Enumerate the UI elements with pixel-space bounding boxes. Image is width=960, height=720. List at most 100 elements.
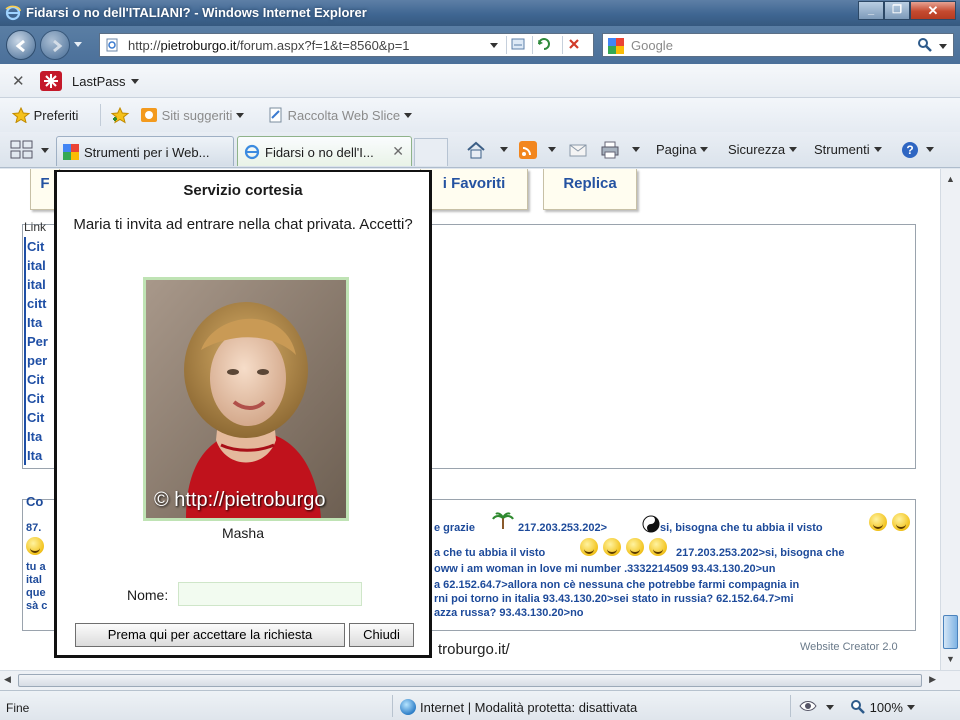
link-item[interactable]: Cit bbox=[24, 237, 48, 256]
zoom-control[interactable]: 100% bbox=[850, 699, 915, 715]
ie-logo-icon bbox=[5, 5, 21, 21]
woman-portrait-image bbox=[146, 280, 346, 518]
forward-button[interactable] bbox=[40, 30, 70, 60]
status-text: Fine bbox=[6, 701, 30, 715]
person-name: Masha bbox=[221, 525, 265, 541]
add-to-favorites-icon[interactable] bbox=[110, 106, 130, 125]
divider bbox=[790, 695, 791, 717]
page-menu-label: Pagina bbox=[656, 142, 697, 157]
favorites-site-button[interactable]: i Favoriti bbox=[420, 169, 528, 210]
link-item[interactable]: ital bbox=[24, 275, 48, 294]
protected-mode-icon[interactable] bbox=[798, 698, 822, 714]
link-item[interactable]: Ita bbox=[24, 446, 48, 465]
tab-label: Strumenti per i Web... bbox=[84, 145, 210, 160]
compatibility-view-icon[interactable] bbox=[506, 36, 528, 54]
comment-label: Co bbox=[26, 494, 44, 509]
favorites-button[interactable]: Preferiti bbox=[11, 106, 79, 124]
search-options-dropdown-icon[interactable] bbox=[939, 44, 947, 49]
link-item[interactable]: Ita bbox=[24, 313, 48, 332]
protected-mode-dropdown-icon[interactable] bbox=[826, 705, 834, 710]
suggested-sites-button[interactable]: Siti suggeriti bbox=[140, 107, 245, 123]
link-item[interactable]: Per bbox=[24, 332, 48, 351]
link-item[interactable]: ital bbox=[24, 256, 48, 275]
scroll-down-icon[interactable]: ▼ bbox=[943, 651, 958, 667]
accept-request-button[interactable]: Prema qui per accettare la richiesta bbox=[75, 623, 345, 647]
rss-dropdown-icon[interactable] bbox=[544, 142, 556, 157]
address-bar[interactable]: http://pietroburgo.it/forum.aspx?f=1&t=8… bbox=[99, 33, 594, 57]
home-icon[interactable] bbox=[466, 140, 486, 160]
smiley-icon bbox=[892, 513, 910, 531]
close-toolbar-icon[interactable]: ✕ bbox=[12, 72, 25, 90]
reply-button[interactable]: Replica bbox=[543, 169, 637, 210]
page-icon bbox=[106, 38, 118, 52]
link-item[interactable]: Cit bbox=[24, 370, 48, 389]
scroll-right-icon[interactable]: ▶ bbox=[929, 674, 936, 685]
tab-list-dropdown-icon[interactable] bbox=[41, 148, 49, 153]
star-icon bbox=[11, 106, 31, 124]
safety-menu[interactable]: Sicurezza bbox=[728, 142, 798, 157]
search-input[interactable]: Google bbox=[631, 38, 673, 53]
help-dropdown-icon[interactable] bbox=[922, 142, 934, 157]
lastpass-icon[interactable] bbox=[40, 71, 62, 91]
horizontal-scroll-thumb[interactable] bbox=[18, 674, 922, 687]
minimize-button[interactable]: _ bbox=[858, 1, 884, 20]
quick-tabs-icon[interactable] bbox=[10, 140, 34, 160]
lastpass-menu-label[interactable]: LastPass bbox=[72, 74, 125, 89]
web-slice-gallery-button[interactable]: Raccolta Web Slice bbox=[268, 107, 413, 123]
link-item[interactable]: citt bbox=[24, 294, 48, 313]
link-item[interactable]: per bbox=[24, 351, 48, 370]
scroll-up-icon[interactable]: ▲ bbox=[943, 171, 958, 187]
scroll-left-icon[interactable]: ◀ bbox=[4, 674, 11, 685]
page-menu[interactable]: Pagina bbox=[656, 142, 709, 157]
chat-text: azza russa? 93.43.130.20>no bbox=[434, 607, 584, 619]
stop-icon[interactable] bbox=[562, 36, 584, 54]
mail-icon[interactable] bbox=[568, 140, 588, 160]
tab-label: Fidarsi o no dell'I... bbox=[265, 145, 374, 160]
close-window-button[interactable]: ✕ bbox=[910, 1, 956, 20]
horizontal-scrollbar[interactable]: ◀ ▶ bbox=[0, 670, 960, 690]
smiley-icon bbox=[26, 537, 44, 555]
back-button[interactable] bbox=[6, 30, 36, 60]
navigation-bar: http://pietroburgo.it/forum.aspx?f=1&t=8… bbox=[0, 26, 960, 64]
tab-strumenti[interactable]: Strumenti per i Web... bbox=[56, 136, 234, 166]
new-tab-button[interactable] bbox=[414, 138, 448, 166]
print-icon[interactable] bbox=[600, 140, 620, 160]
links-label: Link bbox=[24, 220, 47, 234]
divider bbox=[392, 695, 393, 717]
web-slice-icon bbox=[269, 107, 282, 123]
link-item[interactable]: Ita bbox=[24, 427, 48, 446]
link-item[interactable]: Cit bbox=[24, 408, 48, 427]
refresh-icon[interactable] bbox=[532, 36, 554, 54]
print-dropdown-icon[interactable] bbox=[628, 142, 640, 157]
rss-feed-icon[interactable] bbox=[518, 140, 538, 160]
divider bbox=[100, 104, 101, 126]
smiley-icon bbox=[869, 513, 887, 531]
maximize-button[interactable]: ❐ bbox=[884, 1, 910, 20]
footer-link[interactable]: troburgo.it/ bbox=[438, 641, 510, 658]
security-zone[interactable]: Internet | Modalità protetta: disattivat… bbox=[400, 699, 637, 715]
close-dialog-button[interactable]: Chiudi bbox=[349, 623, 414, 647]
chat-text: a 62.152.64.7>allora non cè nessuna che … bbox=[434, 579, 800, 591]
link-item[interactable]: Cit bbox=[24, 389, 48, 408]
window-title: Fidarsi o no dell'ITALIANI? - Windows In… bbox=[26, 5, 367, 20]
close-tab-icon[interactable]: ✕ bbox=[392, 143, 404, 160]
address-url[interactable]: http://pietroburgo.it/forum.aspx?f=1&t=8… bbox=[128, 38, 410, 53]
name-input[interactable] bbox=[178, 582, 362, 606]
home-dropdown-icon[interactable] bbox=[496, 142, 508, 157]
lastpass-dropdown-icon[interactable] bbox=[131, 79, 139, 84]
vertical-scroll-thumb[interactable] bbox=[943, 615, 958, 649]
tools-menu[interactable]: Strumenti bbox=[814, 142, 882, 157]
title-bar: Fidarsi o no dell'ITALIANI? - Windows In… bbox=[0, 0, 960, 26]
chat-left-fragments: tu a ital que sà c bbox=[26, 561, 48, 612]
search-icon[interactable] bbox=[917, 37, 933, 56]
search-box[interactable]: Google bbox=[602, 33, 954, 57]
address-dropdown-icon[interactable] bbox=[490, 43, 498, 48]
vertical-scrollbar[interactable]: ▲ ▼ bbox=[940, 169, 960, 670]
recent-pages-dropdown[interactable] bbox=[74, 42, 82, 47]
yin-yang-icon bbox=[642, 515, 660, 533]
tab-fidarsi[interactable]: Fidarsi o no dell'I... ✕ bbox=[237, 136, 412, 166]
forward-arrow-icon bbox=[53, 39, 63, 53]
help-icon[interactable]: ? bbox=[900, 140, 920, 160]
favorites-label: Preferiti bbox=[33, 108, 79, 123]
google-tab-icon bbox=[63, 144, 79, 160]
